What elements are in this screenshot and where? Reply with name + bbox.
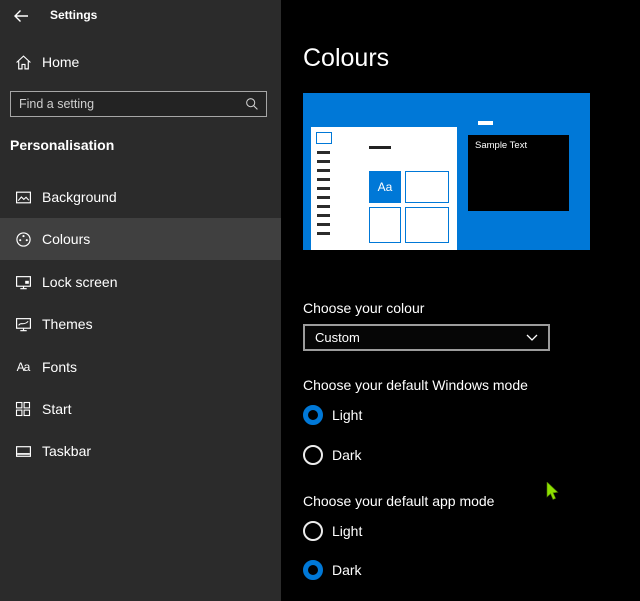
search-box [10, 91, 267, 117]
chevron-down-icon [526, 334, 538, 342]
choose-colour-label: Choose your colour [303, 300, 425, 316]
sidebar-item-label: Colours [42, 231, 91, 247]
sidebar-item-label: Fonts [42, 359, 78, 375]
app-mode-option-light[interactable]: Light [303, 521, 362, 541]
sidebar-item-label: Taskbar [42, 443, 92, 459]
page-title: Colours [303, 44, 390, 72]
sidebar-item-taskbar[interactable]: Taskbar [0, 430, 281, 472]
taskbar-icon [14, 442, 32, 460]
lock-screen-icon [14, 273, 32, 291]
sidebar-item-colours[interactable]: Colours [0, 218, 281, 260]
windows-mode-option-dark[interactable]: Dark [303, 445, 362, 465]
windows-mode-option-light[interactable]: Light [303, 405, 362, 425]
preview-sample-text: Sample Text [475, 140, 528, 151]
sidebar-item-label: Themes [42, 316, 93, 332]
home-icon [14, 53, 32, 71]
preview-sample-text-box: Sample Text [468, 135, 569, 211]
sidebar-item-label: Background [42, 189, 117, 205]
radio-selected-icon [303, 560, 323, 580]
sidebar-item-label: Home [42, 54, 80, 70]
preview-title-dash [478, 121, 493, 125]
settings-window: Settings Home Personalisation Background [0, 0, 640, 601]
radio-unselected-icon [303, 521, 323, 541]
colour-preview-image: Aa Sample Text [303, 93, 590, 250]
colours-icon [14, 230, 32, 248]
search-input[interactable] [11, 97, 238, 111]
radio-label: Light [332, 523, 363, 539]
radio-label: Dark [332, 562, 362, 578]
sidebar-item-label: Lock screen [42, 274, 118, 290]
preview-aa-tile: Aa [369, 171, 401, 203]
preview-window-mockup: Aa [311, 127, 457, 250]
sidebar: Settings Home Personalisation Background [0, 0, 281, 601]
radio-unselected-icon [303, 445, 323, 465]
colour-dropdown-value: Custom [315, 330, 360, 345]
sidebar-item-home[interactable]: Home [0, 46, 281, 78]
colours-page: Colours Aa Sample Text Choose your colou… [281, 0, 640, 601]
themes-icon [14, 315, 32, 333]
sidebar-item-start[interactable]: Start [0, 388, 281, 430]
sidebar-item-lock-screen[interactable]: Lock screen [0, 261, 281, 303]
back-icon [13, 8, 29, 24]
sidebar-item-label: Start [42, 401, 72, 417]
sidebar-section-title: Personalisation [10, 137, 115, 153]
colour-dropdown[interactable]: Custom [303, 324, 550, 351]
app-mode-label: Choose your default app mode [303, 493, 495, 509]
radio-selected-icon [303, 405, 323, 425]
fonts-icon: Aa [16, 360, 31, 374]
back-button[interactable] [8, 4, 34, 28]
radio-label: Dark [332, 447, 362, 463]
sidebar-item-background[interactable]: Background [0, 176, 281, 218]
background-icon [14, 188, 32, 206]
radio-label: Light [332, 407, 363, 423]
search-icon[interactable] [238, 92, 266, 116]
mouse-cursor-icon [546, 482, 560, 501]
windows-mode-label: Choose your default Windows mode [303, 377, 528, 393]
sidebar-item-themes[interactable]: Themes [0, 303, 281, 345]
app-mode-option-dark[interactable]: Dark [303, 560, 362, 580]
window-title: Settings [50, 8, 98, 22]
start-icon [14, 400, 32, 418]
sidebar-item-fonts[interactable]: Aa Fonts [0, 346, 281, 388]
